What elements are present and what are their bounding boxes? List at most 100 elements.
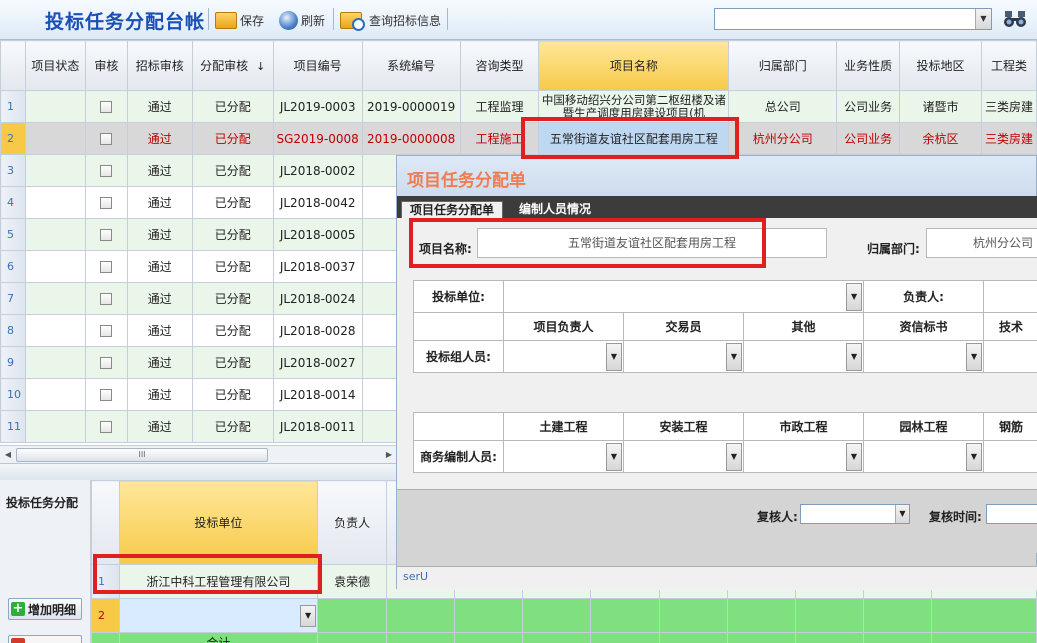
project-no-cell[interactable]: JL2018-0024 <box>272 282 363 315</box>
assign-audit-cell[interactable]: 已分配 <box>191 122 274 155</box>
status-cell[interactable] <box>24 282 86 315</box>
assign-audit-cell[interactable]: 已分配 <box>191 186 274 219</box>
owner-cell[interactable] <box>317 598 388 633</box>
project-no-cell[interactable]: JL2018-0037 <box>272 250 363 283</box>
save-button[interactable]: 保存 <box>215 10 264 30</box>
scroll-right-icon[interactable]: ▶ <box>382 448 396 462</box>
assign-audit-cell[interactable]: 已分配 <box>191 90 274 123</box>
row-number[interactable]: 8 <box>0 314 26 347</box>
audit-checkbox[interactable] <box>100 101 113 113</box>
detail-cell[interactable] <box>726 598 796 633</box>
row-number[interactable]: 5 <box>0 218 26 251</box>
tab-task-assign[interactable]: 项目任务分配单 <box>401 201 504 218</box>
row-number[interactable]: 4 <box>0 186 26 219</box>
col-header-owner[interactable]: 负责人 <box>317 480 388 565</box>
row-number[interactable]: 11 <box>0 410 26 443</box>
chevron-down-icon[interactable]: ▼ <box>975 9 991 29</box>
audit-checkbox-cell[interactable] <box>84 410 128 443</box>
detail-cell[interactable] <box>522 598 592 633</box>
bid-area-cell[interactable]: 余杭区 <box>899 122 982 155</box>
project-no-cell[interactable]: JL2019-0003 <box>272 90 363 123</box>
project-no-cell[interactable]: JL2018-0014 <box>272 378 363 411</box>
detail-cell[interactable] <box>386 598 456 633</box>
bid-unit-dropdown[interactable]: ▼ <box>118 598 319 633</box>
col-header-bid-unit[interactable]: 投标单位 <box>118 480 319 565</box>
detail-cell[interactable] <box>862 598 932 633</box>
col-header[interactable]: 审核 <box>84 40 128 91</box>
chevron-down-icon[interactable]: ▼ <box>966 443 982 471</box>
horizontal-scrollbar[interactable]: ◀ III ▶ <box>0 445 398 463</box>
detail-cell[interactable] <box>590 598 660 633</box>
chevron-down-icon[interactable]: ▼ <box>726 443 742 471</box>
project-no-cell[interactable]: JL2018-0002 <box>272 154 363 187</box>
col-header-sorted[interactable]: 分配审核 ↓ <box>191 40 274 91</box>
status-cell[interactable] <box>24 90 86 123</box>
chevron-down-icon[interactable]: ▼ <box>846 283 863 311</box>
status-cell[interactable] <box>24 186 86 219</box>
row-number[interactable]: 9 <box>0 346 26 379</box>
project-no-cell[interactable]: JL2018-0005 <box>272 218 363 251</box>
dept-cell[interactable]: 总公司 <box>728 90 838 123</box>
col-header[interactable]: 归属部门 <box>728 40 838 91</box>
detail-cell[interactable] <box>930 598 1037 633</box>
bid-audit-cell[interactable]: 通过 <box>126 282 193 315</box>
biz-select[interactable] <box>983 440 1037 473</box>
assign-audit-cell[interactable]: 已分配 <box>191 282 274 315</box>
tab-staff-info[interactable]: 编制人员情况 <box>511 201 599 218</box>
row-number[interactable]: 1 <box>91 564 120 599</box>
col-header[interactable]: 咨询类型 <box>459 40 540 91</box>
chevron-down-icon[interactable]: ▼ <box>846 343 863 371</box>
bid-audit-cell[interactable]: 通过 <box>126 410 193 443</box>
row-number[interactable]: 2 <box>91 598 120 633</box>
chevron-down-icon[interactable]: ▼ <box>726 343 742 371</box>
biz-type-cell[interactable]: 公司业务 <box>836 122 901 155</box>
table-row-selected[interactable]: 2 通过 已分配 SG2019-0008 2019-0000008 工程施工 五… <box>0 122 1037 155</box>
status-cell[interactable] <box>24 122 86 155</box>
detail-cell[interactable] <box>454 598 524 633</box>
assign-audit-cell[interactable]: 已分配 <box>191 346 274 379</box>
system-no-cell[interactable]: 2019-0000019 <box>361 90 461 123</box>
bid-audit-cell[interactable]: 通过 <box>126 186 193 219</box>
chevron-down-icon[interactable]: ▼ <box>846 443 862 471</box>
biz-select[interactable]: ▼ <box>743 440 864 473</box>
project-cat-cell[interactable]: 三类房建 <box>980 90 1037 123</box>
scroll-thumb[interactable]: III <box>16 448 268 462</box>
assign-audit-cell[interactable]: 已分配 <box>191 410 274 443</box>
project-name-cell[interactable]: 五常街道友谊社区配套用房工程 <box>538 122 730 155</box>
status-cell[interactable] <box>24 218 86 251</box>
dept-field[interactable]: 杭州分公司 <box>926 228 1037 258</box>
audit-checkbox-cell[interactable] <box>84 90 128 123</box>
col-header[interactable]: 项目状态 <box>24 40 86 91</box>
project-no-cell[interactable]: SG2019-0008 <box>272 122 363 155</box>
bid-audit-cell[interactable]: 通过 <box>126 378 193 411</box>
assign-audit-cell[interactable]: 已分配 <box>191 250 274 283</box>
bid-audit-cell[interactable]: 通过 <box>126 122 193 155</box>
assign-audit-cell[interactable]: 已分配 <box>191 154 274 187</box>
audit-checkbox[interactable] <box>100 293 113 305</box>
project-no-cell[interactable]: JL2018-0011 <box>272 410 363 443</box>
project-no-cell[interactable]: JL2018-0028 <box>272 314 363 347</box>
status-cell[interactable] <box>24 154 86 187</box>
chevron-down-icon[interactable]: ▼ <box>966 343 983 371</box>
refresh-button[interactable]: 刷新 <box>279 10 325 30</box>
project-name-cell[interactable]: 中国移动绍兴分公司第二枢纽楼及诸暨生产调度用房建设项目(机 <box>538 90 730 123</box>
binoculars-search-icon[interactable] <box>1003 9 1027 29</box>
audit-checkbox[interactable] <box>100 325 113 337</box>
col-header-active[interactable]: 项目名称 <box>538 40 730 91</box>
row-number[interactable]: 2 <box>0 122 26 155</box>
assign-audit-cell[interactable]: 已分配 <box>191 314 274 347</box>
team-select[interactable]: ▼ <box>623 340 744 373</box>
team-select[interactable]: ▼ <box>742 340 865 373</box>
audit-checkbox-cell[interactable] <box>84 122 128 155</box>
status-cell[interactable] <box>24 250 86 283</box>
assign-audit-cell[interactable]: 已分配 <box>191 218 274 251</box>
audit-checkbox-cell[interactable] <box>84 282 128 315</box>
status-cell[interactable] <box>24 410 86 443</box>
bid-unit-select[interactable]: ▼ <box>502 280 865 313</box>
delete-detail-button[interactable] <box>8 635 82 643</box>
bid-audit-cell[interactable]: 通过 <box>126 314 193 347</box>
biz-select[interactable]: ▼ <box>503 440 624 473</box>
project-no-cell[interactable]: JL2018-0027 <box>272 346 363 379</box>
col-header[interactable]: 投标地区 <box>899 40 982 91</box>
biz-select[interactable]: ▼ <box>623 440 744 473</box>
